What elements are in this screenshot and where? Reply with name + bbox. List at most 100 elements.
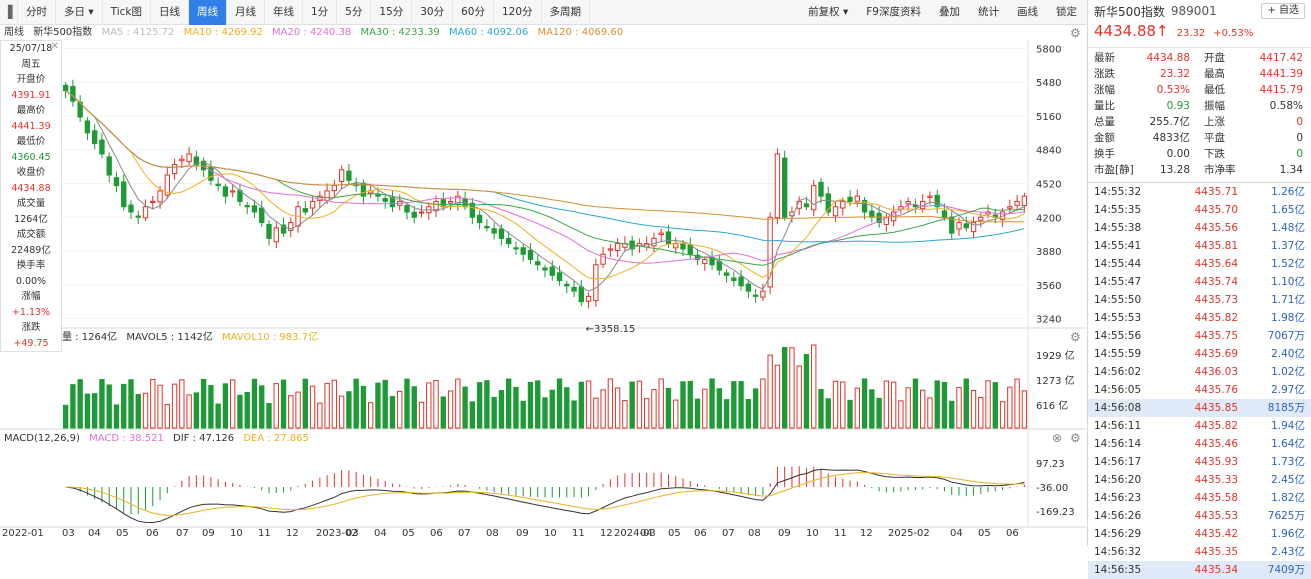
volume-bar [1021, 390, 1028, 429]
time-tick-label: 04 [88, 528, 101, 539]
volume-bar [861, 378, 868, 429]
time-tick-label: 04 [640, 528, 653, 539]
tab-10[interactable]: 30分 [412, 0, 454, 25]
tick-row[interactable]: 14:55:50 4435.73 1.71亿 [1088, 291, 1311, 309]
kline-chart[interactable]: 5800 5480 5160 4840 4520 4200 3880 3560 3240 ←335… [0, 25, 1086, 546]
vol-settings-icon[interactable]: ⚙ [1070, 331, 1082, 343]
volume-bar [825, 398, 831, 429]
macd-settings-icon[interactable]: ⚙ [1070, 432, 1082, 444]
tick-row[interactable]: 14:56:17 4435.93 1.73亿 [1088, 453, 1311, 471]
volume-bar [506, 378, 512, 429]
tab-13[interactable]: 多周期 [542, 0, 591, 25]
candle-body [869, 210, 875, 218]
quote-key: 金额 [1094, 132, 1115, 144]
macd-value: MACD : 38.521 [89, 433, 164, 444]
tick-row[interactable]: 14:55:44 4435.64 1.52亿 [1088, 255, 1311, 273]
tab-11[interactable]: 60分 [453, 0, 494, 25]
tab-8[interactable]: 5分 [337, 0, 372, 25]
tab-9[interactable]: 15分 [371, 0, 413, 25]
quote-key: 最高 [1204, 68, 1225, 80]
volume-bar [462, 386, 468, 429]
tick-row[interactable]: 14:55:47 4435.74 1.10亿 [1088, 273, 1311, 291]
tab-2[interactable]: Tick图 [103, 0, 151, 25]
time-tick-label: 09 [516, 528, 529, 539]
tick-row[interactable]: 14:56:20 4435.33 2.45亿 [1088, 471, 1311, 489]
tick-time: 14:56:11 [1094, 420, 1142, 432]
candle-body [556, 272, 563, 282]
ma30-value: MA30 : 4233.39 [360, 27, 440, 38]
tick-row[interactable]: 14:56:23 4435.58 1.82亿 [1088, 489, 1311, 507]
macd-title: MACD(12,26,9) [4, 433, 80, 444]
tab-7[interactable]: 1分 [303, 0, 338, 25]
tick-row[interactable]: 14:56:08 4435.85 8185万 [1088, 399, 1311, 417]
kline-settings-icon[interactable]: ⚙ [1070, 27, 1082, 39]
time-tick-label: 05 [978, 528, 991, 539]
tab-5[interactable]: 月线 [227, 0, 265, 25]
candle-body [963, 223, 969, 229]
tick-time: 14:55:53 [1094, 312, 1142, 324]
tab-12[interactable]: 120分 [494, 0, 542, 25]
tab-0[interactable]: 分时 [18, 0, 56, 25]
tick-row[interactable]: 14:56:11 4435.82 1.94亿 [1088, 417, 1311, 435]
toolbar-action-1[interactable]: F9深度资料 [857, 0, 930, 25]
tick-row[interactable]: 14:55:38 4435.56 1.48亿 [1088, 219, 1311, 237]
tick-list[interactable]: 14:55:32 4435.71 1.26亿 14:55:35 4435.70 1.65亿… [1088, 182, 1311, 579]
tick-row[interactable]: 14:55:53 4435.82 1.98亿 [1088, 309, 1311, 327]
volume-bar [251, 378, 258, 429]
tick-row[interactable]: 14:56:05 4435.76 2.97亿 [1088, 381, 1311, 399]
volume-bar [622, 400, 628, 429]
tick-row[interactable]: 14:55:41 4435.81 1.37亿 [1088, 237, 1311, 255]
volume-bar [716, 388, 722, 429]
tick-row[interactable]: 14:55:35 4435.70 1.65亿 [1088, 201, 1311, 219]
volume-bar [978, 396, 984, 429]
toolbar-action-4[interactable]: 画线 [1008, 0, 1047, 25]
candle-body [244, 205, 250, 208]
tab-1[interactable]: 多日 ▾ [56, 0, 103, 25]
candle-body [535, 261, 541, 266]
tick-price: 4435.56 [1194, 222, 1238, 234]
candle-body [847, 196, 853, 202]
panel-toggle-icon[interactable]: ▌ [0, 0, 18, 25]
volume-bar [70, 384, 76, 429]
tab-4[interactable]: 周线 [188, 0, 227, 25]
candle-body [585, 295, 592, 302]
tick-row[interactable]: 14:55:32 4435.71 1.26亿 [1088, 183, 1311, 201]
toolbar-action-0[interactable]: 前复权 ▾ [799, 0, 857, 25]
tick-row[interactable]: 14:56:14 4435.46 1.64亿 [1088, 435, 1311, 453]
volume-bar [694, 398, 701, 429]
toolbar-action-2[interactable]: 叠加 [930, 0, 969, 25]
tick-row[interactable]: 14:56:02 4436.03 1.02亿 [1088, 363, 1311, 381]
toolbar-action-3[interactable]: 统计 [969, 0, 1008, 25]
quote-chg: 23.32 [1176, 28, 1206, 39]
candle-body [549, 266, 555, 276]
info-chg-label: 涨跌 [21, 322, 41, 333]
add-favorite-button[interactable]: + 自选 [1261, 3, 1305, 19]
candle-body [774, 153, 781, 219]
tab-3[interactable]: 日线 [151, 0, 189, 25]
candle-body [956, 222, 962, 230]
tick-row[interactable]: 14:55:59 4435.69 2.40亿 [1088, 345, 1311, 363]
period-tabs: 分时 多日 ▾ Tick图 日线 周线 月线 年线 1分 5分 15分 30分 60分 120分 多周期 [18, 0, 591, 25]
chart-area[interactable]: 5800 5480 5160 4840 4520 4200 3880 3560 3240 ←335… [0, 25, 1086, 546]
volume-bar [375, 382, 381, 429]
volume-bar [890, 381, 897, 429]
tab-6[interactable]: 年线 [265, 0, 303, 25]
candle-body [571, 286, 577, 292]
macd-close-icon[interactable]: ⊗ [1052, 432, 1064, 444]
volume-bar [382, 379, 388, 429]
info-close-icon[interactable]: ✕ [51, 41, 59, 52]
tick-row[interactable]: 14:55:56 4435.75 7067万 [1088, 327, 1311, 345]
info-turnover-label: 换手率 [16, 260, 46, 271]
toolbar-action-5[interactable]: 锁定 [1047, 0, 1086, 25]
crosshair-info-panel: ✕ 25/07/18 周五 开盘价 4391.91 最高价 4441.39 最低… [0, 40, 62, 352]
time-tick-label: 12 [600, 528, 613, 539]
tick-row[interactable]: 14:56:29 4435.42 1.96亿 [1088, 525, 1311, 543]
quote-row: 市盈[静] 13.28 市净率 1.34 [1088, 162, 1311, 178]
tick-price: 4436.03 [1194, 366, 1238, 378]
quote-value: 23.32 [1159, 68, 1190, 80]
tick-row[interactable]: 14:56:26 4435.53 7625万 [1088, 507, 1311, 525]
candle-body [905, 200, 911, 205]
quote-key: 最新 [1094, 52, 1115, 64]
volume-bar [920, 389, 926, 429]
tick-row[interactable]: 14:56:35 4435.34 7409万 [1088, 561, 1311, 579]
